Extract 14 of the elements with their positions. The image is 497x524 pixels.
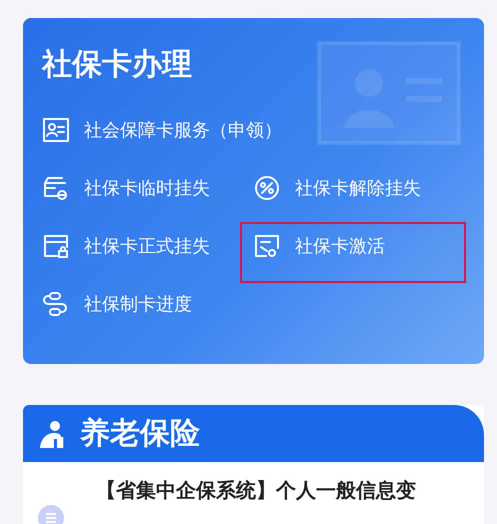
service-item[interactable]: 社会保障卡服务（申领） (42, 116, 282, 144)
service-item[interactable]: 社保卡解除挂失 (253, 174, 421, 202)
card-lock-icon (42, 232, 70, 260)
service-item[interactable]: 社保卡正式挂失 (42, 232, 210, 260)
card-key-icon (253, 232, 281, 260)
service-item[interactable]: 社保卡临时挂失 (42, 174, 210, 202)
card-title: 社保卡办理 (42, 47, 193, 83)
list-item[interactable]: 【省集中企保系统】个人一般信息变 (38, 475, 474, 524)
service-item[interactable]: 社保卡激活 (253, 232, 385, 260)
route-icon (42, 290, 70, 318)
id-card-icon (42, 116, 70, 144)
section-title: 养老保险 (80, 415, 200, 453)
service-item[interactable]: 社保制卡进度 (42, 290, 192, 318)
card-minus-icon (42, 174, 70, 202)
